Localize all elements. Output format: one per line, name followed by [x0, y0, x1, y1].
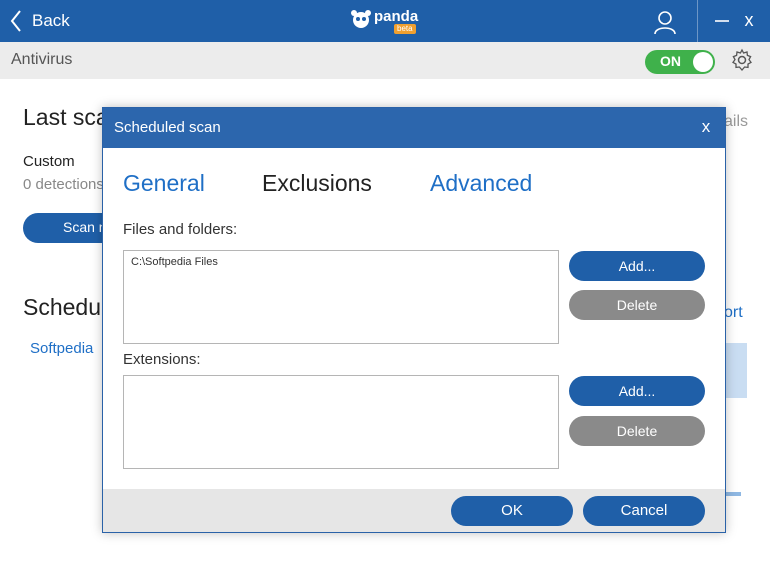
files-add-button[interactable]: Add...: [569, 251, 705, 281]
tab-exclusions[interactable]: Exclusions: [262, 170, 372, 197]
files-folders-label: Files and folders:: [123, 221, 238, 238]
background-progress: [724, 492, 741, 496]
dialog-close-button[interactable]: x: [697, 117, 715, 137]
minimize-button[interactable]: [713, 12, 731, 30]
beta-badge: beta: [394, 24, 416, 34]
user-account-button[interactable]: [652, 9, 678, 35]
scan-now-label: Scan n: [63, 219, 107, 235]
tab-general[interactable]: General: [123, 170, 205, 197]
dialog-title: Scheduled scan: [114, 119, 221, 136]
back-label: Back: [32, 11, 70, 30]
antivirus-toggle[interactable]: ON: [645, 50, 715, 74]
list-item[interactable]: C:\Softpedia Files: [131, 256, 551, 268]
user-icon: [654, 11, 676, 35]
cancel-button[interactable]: Cancel: [583, 496, 705, 526]
settings-button[interactable]: [730, 48, 754, 72]
minimize-icon: [715, 20, 729, 22]
background-panel: [724, 343, 747, 398]
files-folders-list[interactable]: C:\Softpedia Files: [123, 250, 559, 344]
panda-logo: panda beta: [350, 6, 422, 36]
close-icon: x: [744, 10, 754, 30]
last-scan-title: Last sca: [23, 104, 109, 130]
section-header: Antivirus ON: [0, 42, 770, 79]
chevron-left-icon: [10, 10, 21, 32]
close-icon: x: [701, 117, 711, 136]
close-button[interactable]: x: [740, 10, 758, 30]
toggle-label: ON: [660, 53, 681, 69]
tab-advanced[interactable]: Advanced: [430, 170, 532, 197]
panda-logo-icon: [351, 10, 371, 28]
logo-text: panda: [374, 8, 419, 25]
ok-button[interactable]: OK: [451, 496, 573, 526]
toggle-knob: [693, 52, 713, 72]
scheduled-scan-dialog: Scheduled scan x General Exclusions Adva…: [102, 107, 726, 533]
titlebar-divider: [697, 0, 698, 42]
dialog-header: Scheduled scan x: [103, 108, 725, 148]
detections-count: 0 detections: [23, 176, 104, 193]
extensions-label: Extensions:: [123, 351, 201, 368]
details-link[interactable]: ails: [724, 113, 748, 131]
extensions-delete-button[interactable]: Delete: [569, 416, 705, 446]
gear-icon: [732, 48, 752, 71]
title-bar: Back panda beta x: [0, 0, 770, 42]
report-link[interactable]: ort: [724, 304, 743, 322]
back-button[interactable]: Back: [10, 8, 70, 34]
section-title: Antivirus: [11, 51, 73, 68]
schedule-item-softpedia[interactable]: Softpedia: [30, 340, 93, 357]
extensions-list[interactable]: [123, 375, 559, 469]
scheduled-scans-title: Schedu: [23, 294, 102, 320]
scan-type: Custom: [23, 153, 75, 170]
files-delete-button[interactable]: Delete: [569, 290, 705, 320]
extensions-add-button[interactable]: Add...: [569, 376, 705, 406]
